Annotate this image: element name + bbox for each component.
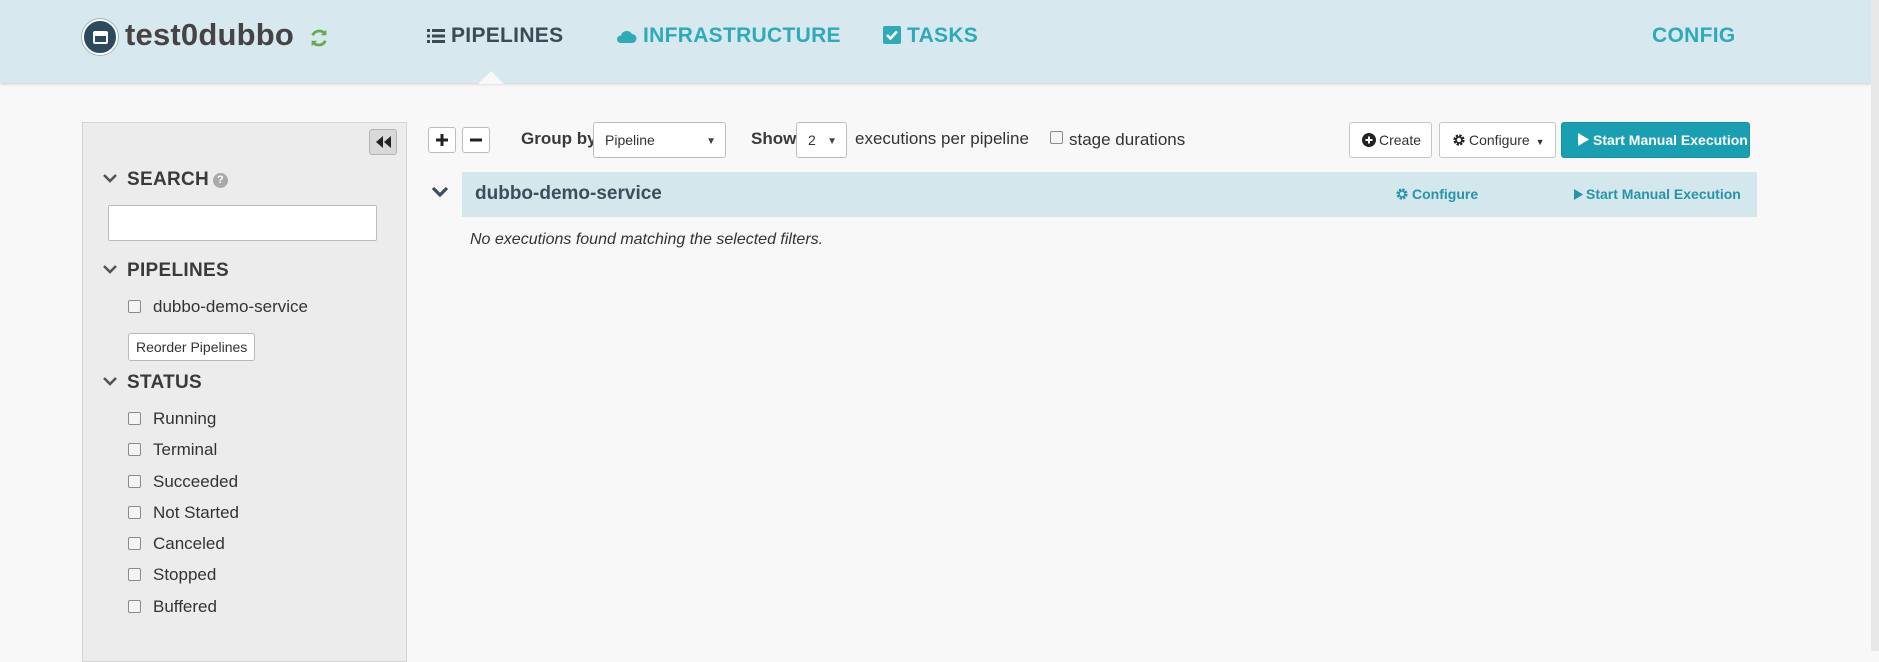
checkbox[interactable] <box>128 568 141 581</box>
show-label: Show <box>751 129 797 148</box>
nav-tab-infrastructure-label: INFRASTRUCTURE <box>643 24 841 47</box>
play-icon <box>1578 133 1589 146</box>
refresh-icon[interactable] <box>308 27 330 49</box>
chevron-down-icon[interactable] <box>431 186 449 198</box>
active-tab-indicator <box>478 71 504 84</box>
pipeline-start-label: Start Manual Execution <box>1586 186 1741 202</box>
pipeline-filter-item[interactable]: dubbo-demo-service <box>128 297 308 317</box>
top-nav-bar: test0dubbo PIPELINES INFRASTRUCTURE TASK… <box>0 0 1871 84</box>
status-filter-not-started[interactable]: Not Started <box>128 503 239 523</box>
pipeline-group-header[interactable]: dubbo-demo-service Configure Start Manua… <box>462 172 1757 217</box>
checkbox[interactable] <box>128 537 141 550</box>
window-icon[interactable] <box>82 19 118 55</box>
play-icon <box>1574 189 1583 200</box>
empty-executions-message: No executions found matching the selecte… <box>470 231 824 248</box>
checkbox[interactable] <box>128 506 141 519</box>
status-label: Buffered <box>153 597 217 616</box>
pipeline-filter-label: dubbo-demo-service <box>153 297 308 316</box>
dropdown-arrow-icon: ▼ <box>827 136 837 147</box>
cloud-icon <box>617 31 637 43</box>
executions-count-value: 2 <box>808 132 816 148</box>
checkbox[interactable] <box>128 443 141 456</box>
expand-all-button[interactable] <box>428 127 456 153</box>
pipeline-start-execution-link[interactable]: Start Manual Execution <box>1574 186 1741 202</box>
checkbox[interactable] <box>128 475 141 488</box>
pipelines-section-title: PIPELINES <box>127 260 229 281</box>
status-filter-canceled[interactable]: Canceled <box>128 534 225 554</box>
create-button-label: Create <box>1379 132 1422 148</box>
pipeline-name[interactable]: dubbo-demo-service <box>475 183 662 205</box>
stage-durations-label: stage durations <box>1069 130 1186 149</box>
status-label: Not Started <box>153 503 239 522</box>
status-filter-stopped[interactable]: Stopped <box>128 565 216 585</box>
filter-sidebar: SEARCH? PIPELINES dubbo-demo-service Reo… <box>82 122 407 662</box>
chevron-down-icon <box>103 265 117 274</box>
checkbox[interactable] <box>128 600 141 613</box>
status-filter-running[interactable]: Running <box>128 409 216 429</box>
check-square-icon <box>883 26 901 44</box>
group-by-value: Pipeline <box>605 132 655 148</box>
gear-icon <box>1396 188 1408 200</box>
status-label: Canceled <box>153 534 225 553</box>
checkbox[interactable] <box>128 412 141 425</box>
chevron-down-icon <box>103 174 117 183</box>
plus-circle-icon <box>1362 133 1376 147</box>
status-section-header[interactable]: STATUS <box>103 372 202 394</box>
caret-down-icon: ▼ <box>1535 137 1545 147</box>
create-pipeline-button[interactable]: Create <box>1349 122 1433 158</box>
status-label: Stopped <box>153 565 217 584</box>
search-section-header[interactable]: SEARCH? <box>103 169 229 191</box>
checkbox[interactable] <box>128 300 141 313</box>
status-filter-succeeded[interactable]: Succeeded <box>128 472 238 492</box>
nav-tab-pipelines-label: PIPELINES <box>451 24 564 47</box>
nav-config[interactable]: CONFIG <box>1652 24 1735 48</box>
status-filter-buffered[interactable]: Buffered <box>128 597 217 617</box>
help-icon[interactable]: ? <box>213 173 229 188</box>
status-label: Running <box>153 409 217 428</box>
status-section-title: STATUS <box>127 372 202 393</box>
double-chevron-left-icon <box>376 136 391 148</box>
chevron-down-icon <box>103 377 117 386</box>
nav-tab-tasks-label: TASKS <box>907 24 979 47</box>
dropdown-arrow-icon: ▼ <box>706 136 716 147</box>
start-button-label: Start Manual Execution <box>1593 132 1748 148</box>
nav-tab-pipelines[interactable]: PIPELINES <box>427 24 563 48</box>
status-filter-terminal[interactable]: Terminal <box>128 440 217 460</box>
pipeline-configure-label: Configure <box>1412 186 1479 202</box>
status-label: Succeeded <box>153 472 239 491</box>
search-input[interactable] <box>108 205 377 241</box>
executions-count-select[interactable]: 2 ▼ <box>796 122 847 158</box>
pipeline-configure-link[interactable]: Configure <box>1395 186 1478 202</box>
plus-icon <box>436 134 448 146</box>
collapse-all-button[interactable] <box>462 127 490 153</box>
stage-durations-toggle[interactable]: stage durations <box>1050 130 1185 150</box>
collapse-sidebar-button[interactable] <box>369 129 397 155</box>
status-label: Terminal <box>153 440 218 459</box>
list-icon <box>427 29 445 43</box>
start-manual-execution-button[interactable]: Start Manual Execution <box>1561 122 1750 158</box>
nav-tab-infrastructure[interactable]: INFRASTRUCTURE <box>615 24 841 48</box>
configure-button-label: Configure <box>1469 132 1530 148</box>
reorder-pipelines-button[interactable]: Reorder Pipelines <box>128 333 256 361</box>
gear-icon <box>1453 134 1465 146</box>
minus-icon <box>470 138 482 142</box>
executions-per-pipeline-text: executions per pipeline <box>855 129 1029 148</box>
group-by-label: Group by <box>521 129 597 148</box>
group-by-select[interactable]: Pipeline ▼ <box>593 122 726 158</box>
search-section-title: SEARCH <box>127 169 210 190</box>
pipelines-section-header[interactable]: PIPELINES <box>103 260 229 282</box>
checkbox[interactable] <box>1050 131 1063 144</box>
nav-tab-tasks[interactable]: TASKS <box>883 24 978 48</box>
page-scrollbar[interactable] <box>1871 0 1879 651</box>
app-title[interactable]: test0dubbo <box>125 17 294 53</box>
configure-dropdown-button[interactable]: Configure ▼ <box>1439 122 1556 158</box>
